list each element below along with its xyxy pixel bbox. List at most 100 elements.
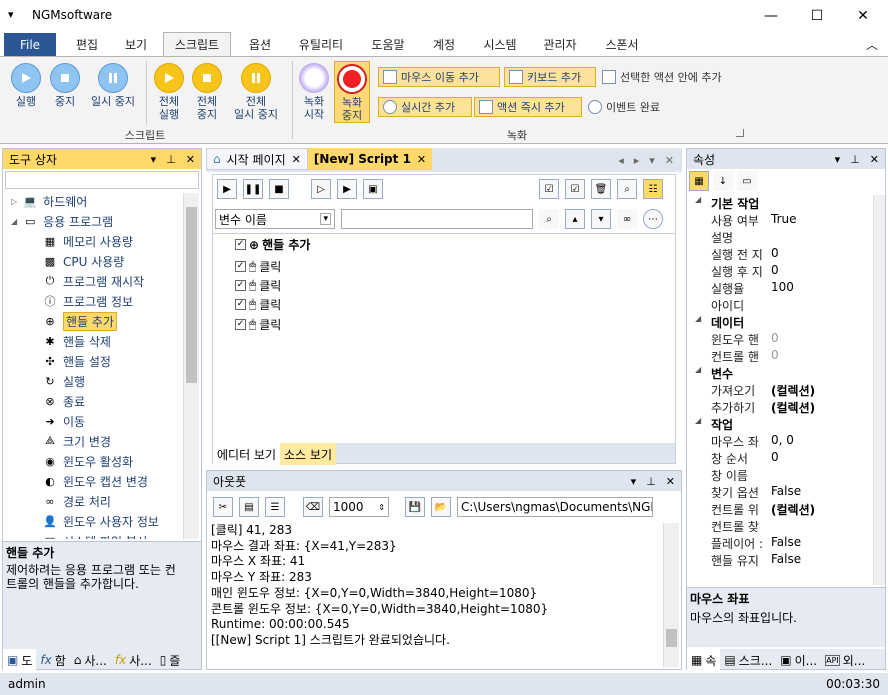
tab-script[interactable]: 스크립트: [163, 32, 231, 56]
toolbox-item[interactable]: ▷ 💻 하드웨어: [11, 193, 87, 211]
collapse-icon[interactable]: ◢: [695, 195, 701, 204]
sort-alpha-icon[interactable]: ↓: [713, 171, 733, 191]
eraser-icon[interactable]: ⌫: [303, 497, 323, 517]
scroll-right-icon[interactable]: ▸: [634, 154, 640, 167]
tab-user[interactable]: ⌂ 사...: [70, 649, 111, 671]
event-done-button[interactable]: 이벤트 완료: [584, 97, 678, 117]
collapse-ribbon-icon[interactable]: ︿: [862, 32, 882, 56]
property-row[interactable]: 창 순서 0: [687, 450, 873, 467]
tab-properties[interactable]: ▦ 속: [687, 649, 721, 671]
collapse-icon[interactable]: ◢: [695, 365, 701, 374]
collapse-icon[interactable]: ◢: [695, 314, 701, 323]
save-icon[interactable]: 💾: [405, 497, 425, 517]
play-icon[interactable]: ▶: [217, 179, 237, 199]
list-icon[interactable]: ☰: [265, 497, 285, 517]
pin-icon[interactable]: ⊥: [850, 153, 860, 166]
tab-editor-view[interactable]: 에디터 보기: [213, 443, 281, 465]
toolbox-item[interactable]: ↻ 실행: [43, 371, 85, 391]
variable-value-input[interactable]: [341, 209, 533, 229]
folder-icon[interactable]: 📂: [431, 497, 451, 517]
properties-scrollbar[interactable]: [873, 195, 885, 585]
tab-source-view[interactable]: 소스 보기: [280, 443, 336, 465]
close-icon[interactable]: ✕: [870, 153, 879, 166]
add-action-now-button[interactable]: 액션 즉시 추가: [474, 97, 582, 117]
property-row[interactable]: 핸들 유지 False: [687, 552, 873, 569]
property-row[interactable]: 실행 후 지0: [687, 263, 873, 280]
tab-options[interactable]: 옵션: [238, 32, 282, 56]
dropdown-icon[interactable]: ▾: [631, 475, 637, 488]
tab-edit[interactable]: 편집: [64, 32, 110, 56]
property-row[interactable]: 플레이어 : False: [687, 535, 873, 552]
toolbox-item[interactable]: ∞ 경로 처리: [43, 491, 111, 511]
add-realtime-button[interactable]: 실시간 추가: [378, 97, 472, 117]
stop-button[interactable]: 중지: [48, 63, 82, 108]
tab-admin[interactable]: 관리자: [534, 32, 586, 56]
new-file-icon[interactable]: ▤: [239, 497, 259, 517]
tab-external[interactable]: API 외...: [821, 649, 869, 671]
pause-all-button[interactable]: 전체 일시 중지: [228, 63, 284, 121]
path-input[interactable]: C:\Users\ngmas\Documents\NGM6\: [457, 497, 653, 517]
property-row[interactable]: 마우스 좌 0, 0: [687, 433, 873, 450]
loop-icon[interactable]: ∞: [617, 209, 637, 229]
file-tab[interactable]: File: [4, 33, 56, 56]
close-icon[interactable]: ✕: [186, 153, 195, 166]
add-in-selected-button[interactable]: 선택한 액션 안에 추가: [598, 67, 748, 87]
property-row[interactable]: 아이디: [687, 297, 873, 314]
close-icon[interactable]: ✕: [666, 475, 675, 488]
step-into-icon[interactable]: ▶: [337, 179, 357, 199]
tree-view-icon[interactable]: ☷: [643, 179, 663, 199]
property-row[interactable]: 사용 여부 True: [687, 212, 873, 229]
property-category[interactable]: ◢ 데이터: [687, 314, 873, 331]
toolbox-item[interactable]: ▩ CPU 사용량: [43, 251, 125, 271]
property-row[interactable]: 컨트롤 핸0: [687, 348, 873, 365]
tab-toolbox[interactable]: ▣ 도: [3, 649, 37, 671]
categorized-icon[interactable]: ▦: [689, 171, 709, 191]
search-icon[interactable]: ⌕: [539, 209, 559, 229]
tab-script-1[interactable]: [New] Script 1 ✕: [307, 148, 433, 170]
toolbox-scrollbar[interactable]: [183, 193, 199, 539]
stop-all-button[interactable]: 전체 중지: [190, 63, 224, 121]
collapse-icon[interactable]: ◢: [11, 217, 17, 226]
dropdown-icon[interactable]: ▾: [649, 154, 655, 167]
property-category[interactable]: ◢ 작업: [687, 416, 873, 433]
tab-utility[interactable]: 유틸리티: [290, 32, 352, 56]
tab-system[interactable]: 시스템: [472, 32, 528, 56]
toolbox-item[interactable]: ⟁ 크기 변경: [43, 431, 111, 451]
toolbox-item[interactable]: ✣ 핸들 설정: [43, 351, 111, 371]
output-scrollbar[interactable]: [663, 523, 679, 667]
record-start-button[interactable]: 녹화 시작: [298, 63, 330, 121]
toolbox-item[interactable]: ⊗ 종료: [43, 391, 85, 411]
pin-icon[interactable]: ⊥: [166, 153, 176, 166]
add-mouse-move-button[interactable]: 마우스 이동 추가: [378, 67, 500, 87]
toolbox-search-input[interactable]: [5, 171, 199, 189]
interval-input[interactable]: 1000 ⇕: [329, 497, 389, 517]
tab-scripts[interactable]: ▤ 스크...: [720, 649, 776, 671]
stop-icon[interactable]: ■: [269, 179, 289, 199]
scrollbar-thumb[interactable]: [666, 629, 677, 647]
property-row[interactable]: 추가하기 (컬렉션): [687, 399, 873, 416]
pause-icon[interactable]: ❚❚: [243, 179, 263, 199]
property-row[interactable]: 컨트롤 위 (컬렉션): [687, 501, 873, 518]
step-icon[interactable]: ▷: [311, 179, 331, 199]
dropdown-icon[interactable]: ▾: [151, 153, 157, 166]
scrollbar-thumb[interactable]: [186, 207, 197, 383]
check-icon[interactable]: ☑: [565, 179, 585, 199]
tab-view[interactable]: 보기: [114, 32, 158, 56]
pause-button[interactable]: 일시 중지: [86, 63, 140, 108]
search-icon[interactable]: ⌕: [617, 179, 637, 199]
toolbox-item[interactable]: ⊕ 핸들 추가: [43, 311, 117, 331]
tree-node[interactable]: ✓ 🖱 클릭: [235, 258, 281, 275]
move-down-icon[interactable]: ▾: [591, 209, 611, 229]
step-over-icon[interactable]: ▣: [363, 179, 383, 199]
property-row[interactable]: 실행 전 지0: [687, 246, 873, 263]
property-row[interactable]: 찾기 옵션 False: [687, 484, 873, 501]
property-category[interactable]: ◢ 기본 작업: [687, 195, 873, 212]
move-up-icon[interactable]: ▴: [565, 209, 585, 229]
scroll-left-icon[interactable]: ◂: [618, 154, 624, 167]
variable-select[interactable]: 변수 이름 ▾: [215, 209, 335, 229]
tree-node-root[interactable]: ✓ ⊕ 핸들 추가: [235, 236, 310, 253]
minimize-button[interactable]: —: [748, 0, 794, 32]
property-row[interactable]: 창 이름: [687, 467, 873, 484]
close-icon[interactable]: ✕: [665, 154, 674, 167]
expand-icon[interactable]: ▷: [11, 197, 17, 206]
